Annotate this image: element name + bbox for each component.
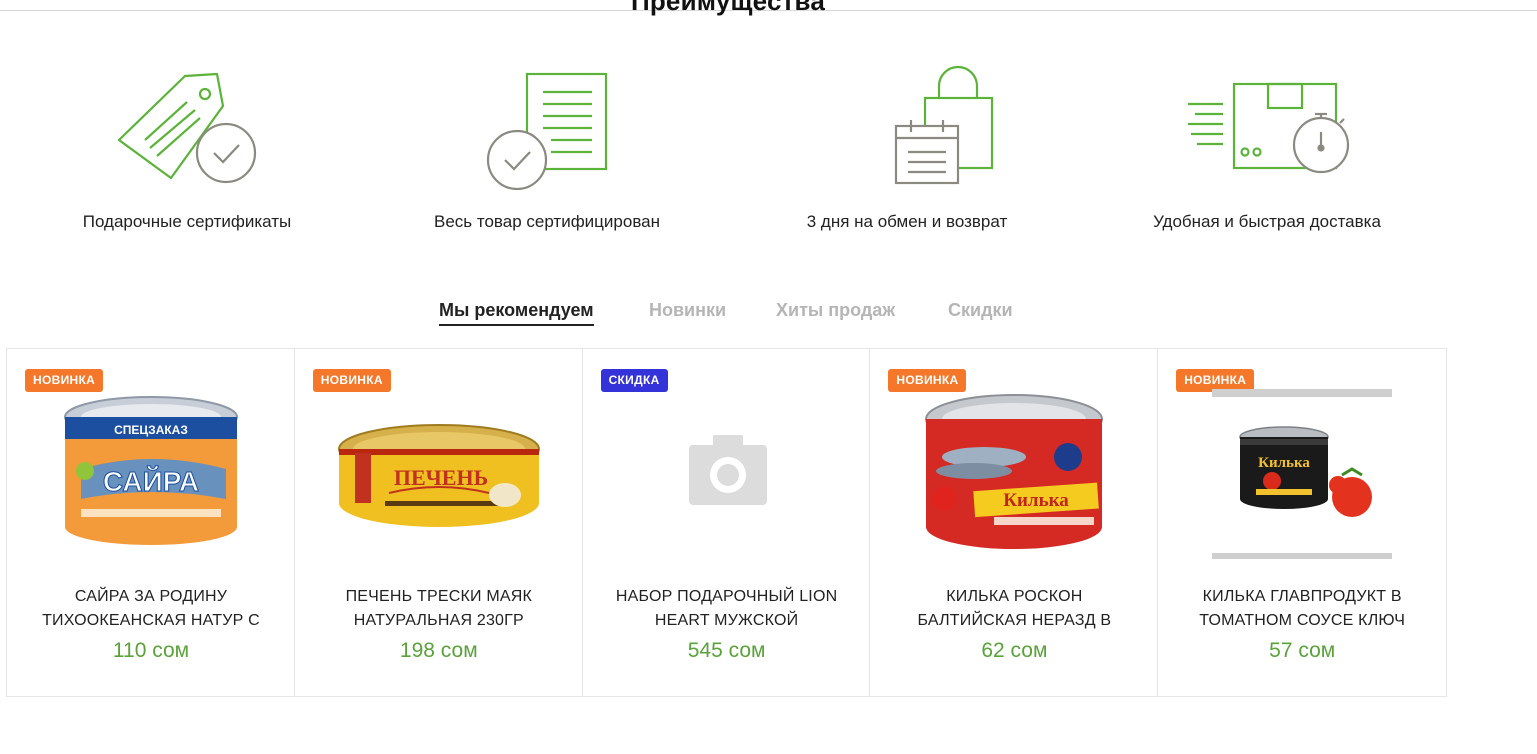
product-name[interactable]: Набор подарочный LION HEART мужской <box>603 585 851 633</box>
tab-discounts[interactable]: Скидки <box>948 300 1013 321</box>
advantage-label: Удобная и быстрая доставка <box>1153 212 1381 231</box>
product-card[interactable]: НОВИНКА Килька Килька Главпродукт в тома… <box>1158 349 1446 696</box>
svg-text:СПЕЦЗАКАЗ: СПЕЦЗАКАЗ <box>114 423 188 437</box>
saury-can-image[interactable]: СПЕЦЗАКАЗ САЙРА <box>41 389 261 559</box>
advantage-delivery: Удобная и быстрая доставка <box>1117 60 1417 231</box>
cod-liver-can-image[interactable]: ПЕЧЕНЬ <box>329 389 549 559</box>
product-name[interactable]: Сайра за родину тихоокеанская натур с <box>27 585 275 633</box>
product-price: 198 сом <box>399 639 478 662</box>
fast-delivery-box-icon <box>1188 82 1350 174</box>
advantage-label: 3 дня на обмен и возврат <box>806 212 1008 231</box>
product-price: 545 сом <box>687 639 766 662</box>
product-card[interactable]: НОВИНКА Килька Килька Роскон балтийская … <box>870 349 1159 696</box>
tab-new[interactable]: Новинки <box>649 300 726 321</box>
product-name[interactable]: Печень трески Маяк натуральная 230гр <box>315 585 563 633</box>
tab-bestsellers[interactable]: Хиты продаж <box>776 300 895 321</box>
product-grid: НОВИНКА СПЕЦЗАКАЗ САЙРА Сайра за родину … <box>6 348 1447 697</box>
section-title: Преимущества <box>630 0 826 16</box>
product-tabs: Мы рекомендуем Новинки Хиты продаж Скидк… <box>0 300 1456 328</box>
advantage-exchange: 3 дня на обмен и возврат <box>757 60 1057 231</box>
gift-certificate-tag-icon <box>117 72 257 184</box>
product-card[interactable]: НОВИНКА СПЕЦЗАКАЗ САЙРА Сайра за родину … <box>7 349 295 696</box>
product-card[interactable]: НОВИНКА ПЕЧЕНЬ Печень трески Маяк натура… <box>295 349 583 696</box>
certified-document-icon <box>486 72 608 190</box>
product-name[interactable]: Килька Роскон балтийская неразд в <box>890 585 1138 633</box>
advantage-label: Подарочные сертификаты <box>82 212 292 231</box>
shopping-bag-calendar-icon <box>894 65 994 185</box>
advantages-row: Подарочные сертификаты Весь товар сертиф… <box>0 60 1456 260</box>
can-label-text: Килька <box>1258 455 1310 471</box>
sprat-roskon-can-image[interactable]: Килька <box>904 389 1124 559</box>
product-price: 110 сом <box>112 639 190 662</box>
sprat-glavproduct-can-image[interactable]: Килька <box>1192 389 1412 559</box>
tab-recommended[interactable]: Мы рекомендуем <box>439 300 594 326</box>
advantage-certified: Весь товар сертифицирован <box>397 60 697 231</box>
product-card[interactable]: СКИДКА Набор подарочный LION HEART мужск… <box>583 349 871 696</box>
advantage-gift-certificates: Подарочные сертификаты <box>37 60 337 231</box>
can-label-text: САЙРА <box>103 465 199 497</box>
product-price: 57 сом <box>1269 639 1336 662</box>
product-name[interactable]: Килька Главпродукт в томатном соусе ключ <box>1178 585 1426 633</box>
can-label-text: Килька <box>1004 490 1070 511</box>
no-photo-camera-icon[interactable] <box>617 389 837 559</box>
advantage-label: Весь товар сертифицирован <box>433 212 661 231</box>
product-price: 62 сом <box>981 639 1048 662</box>
